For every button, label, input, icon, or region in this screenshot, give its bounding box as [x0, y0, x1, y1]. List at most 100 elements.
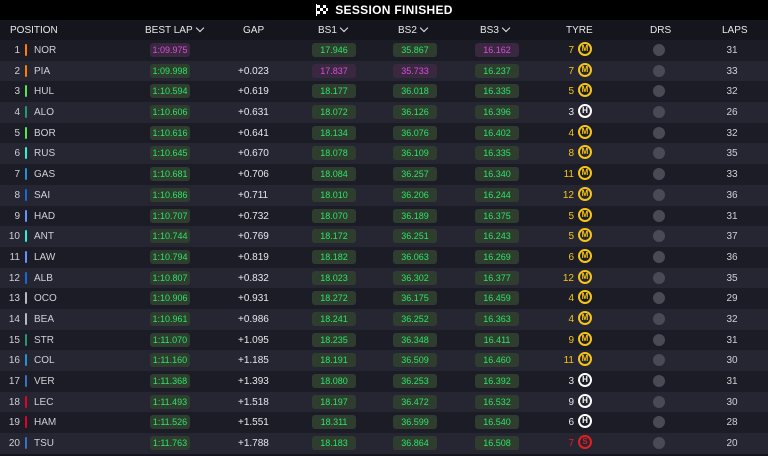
driver-code: SAI [34, 189, 51, 201]
table-row[interactable]: 9 HAD 1:10.707 +0.732 18.070 36.189 16.375 5 M 31 [0, 205, 768, 227]
gap: +0.631 [238, 107, 269, 119]
position: 8 [14, 189, 20, 201]
table-row[interactable]: 4 ALO 1:10.606 +0.631 18.072 36.126 16.396 3 H 26 [0, 102, 768, 123]
table-row[interactable]: 1 NOR 1:09.975 17.946 35.867 16.162 7 M 31 [0, 40, 768, 61]
bs1-time: 18.182 [312, 249, 356, 264]
header-drs: DRS [650, 25, 672, 36]
table-row[interactable]: 8 SAI 1:10.686 +0.711 18.010 36.206 16.244 12 M 3… [0, 184, 768, 206]
bs2-time: 36.348 [393, 332, 437, 347]
drs-indicator [653, 230, 665, 243]
header-bs2[interactable]: BS2 [398, 23, 429, 36]
position: 20 [8, 438, 20, 450]
bs3-time: 16.375 [475, 208, 519, 223]
table-row[interactable]: 15 STR 1:11.070 +1.095 18.235 36.348 16.411 9 M 3… [0, 329, 768, 351]
chevron-down-icon [501, 23, 511, 33]
table-row[interactable]: 3 HUL 1:10.594 +0.619 18.177 36.018 16.335 5 M 32 [0, 81, 768, 103]
header-bs3[interactable]: BS3 [480, 23, 511, 36]
header-best-lap[interactable]: BEST LAP [145, 23, 204, 36]
table-row[interactable]: 6 RUS 1:10.645 +0.670 18.078 36.109 16.335 8 M 35 [0, 143, 768, 165]
header-bs1[interactable]: BS1 [318, 23, 349, 36]
drs-indicator [653, 271, 665, 284]
laps-count: 28 [726, 417, 738, 429]
table-row[interactable]: 19 HAM 1:11.526 +1.551 18.311 36.599 16.540 6 H 2… [0, 412, 768, 434]
tyre-age: 6 [568, 251, 574, 263]
drs-indicator [653, 250, 665, 263]
bs2-time: 35.867 [393, 43, 437, 57]
table-row[interactable]: 11 LAW 1:10.794 +0.819 18.182 36.063 16.269 6 M 3… [0, 246, 768, 268]
tyre-compound-icon: M [578, 228, 592, 243]
bs2-time: 36.126 [393, 105, 437, 120]
tyre-compound-icon: M [578, 310, 592, 325]
team-color-bar [25, 271, 27, 284]
bs3-time: 16.162 [475, 43, 519, 57]
table-row[interactable]: 18 LEC 1:11.493 +1.518 18.197 36.472 16.532 9 H 3… [0, 391, 768, 413]
bs1-time: 18.311 [312, 415, 356, 430]
best-lap: 1:11.763 [150, 436, 190, 451]
bs2-time: 36.018 [393, 84, 437, 99]
team-color-bar [25, 416, 27, 429]
drs-indicator [653, 147, 665, 160]
gap: +0.986 [238, 313, 269, 325]
bs2-time: 36.472 [393, 394, 437, 409]
gap: +0.711 [238, 189, 269, 201]
laps-count: 31 [726, 45, 738, 56]
table-row[interactable]: 16 COL 1:11.160 +1.185 18.191 36.509 16.460 11 M… [0, 350, 768, 371]
driver-code: VER [34, 376, 55, 387]
bs1-time: 18.084 [312, 167, 356, 182]
driver-code: BOR [34, 127, 56, 139]
table-row[interactable]: 20 TSU 1:11.763 +1.788 18.183 36.864 16.508 7 S 2… [0, 433, 768, 454]
bs3-time: 16.411 [475, 332, 519, 347]
driver-code: ALO [34, 107, 55, 119]
table-row[interactable]: 7 GAS 1:10.681 +0.706 18.084 36.257 16.340 11 M 3… [0, 164, 768, 185]
tyre-compound-icon: M [578, 42, 592, 56]
tyre-age: 5 [568, 231, 574, 243]
position: 6 [14, 148, 20, 160]
tyre-age: 11 [563, 355, 574, 367]
tyre-compound-icon: S [578, 435, 592, 450]
session-title: SESSION FINISHED [335, 3, 453, 17]
table-row[interactable]: 10 ANT 1:10.744 +0.769 18.172 36.251 16.243 5 M 3… [0, 226, 768, 247]
driver-code: RUS [34, 148, 56, 160]
chevron-down-icon [419, 23, 429, 33]
team-color-bar [25, 147, 27, 160]
bs1-time: 18.172 [312, 229, 356, 244]
tyre-compound-icon: H [578, 373, 592, 387]
gap: +1.393 [238, 376, 269, 387]
tyre-compound-icon: M [578, 352, 592, 367]
best-lap: 1:10.594 [150, 84, 190, 99]
bs1-time: 18.023 [312, 270, 356, 285]
team-color-bar [25, 188, 27, 201]
drs-indicator [653, 126, 665, 139]
gap: +0.619 [238, 86, 269, 98]
position: 15 [8, 334, 20, 346]
drs-indicator [653, 209, 665, 222]
header-laps: LAPS [722, 25, 748, 36]
table-row[interactable]: 12 ALB 1:10.807 +0.832 18.023 36.302 16.377 12 M… [0, 267, 768, 289]
session-banner: SESSION FINISHED [0, 0, 768, 20]
tyre-compound-icon: M [578, 166, 592, 181]
driver-code: LEC [34, 396, 54, 408]
driver-code: TSU [34, 438, 54, 450]
bs2-time: 36.076 [393, 125, 437, 140]
team-color-bar [25, 354, 27, 367]
team-color-bar [25, 333, 27, 346]
laps-count: 33 [726, 169, 738, 181]
table-row[interactable]: 14 BEA 1:10.961 +0.986 18.241 36.252 16.363 4 M 3… [0, 308, 768, 330]
bs3-time: 16.396 [475, 105, 519, 120]
driver-code: ANT [34, 231, 54, 243]
tyre-compound-icon: M [578, 62, 592, 77]
table-row[interactable]: 2 PIA 1:09.998 +0.023 17.837 35.733 16.237 7 M 33 [0, 60, 768, 82]
bs2-time: 36.257 [393, 167, 437, 182]
table-row[interactable]: 5 BOR 1:10.616 +0.641 18.134 36.076 16.402 4 M 32 [0, 122, 768, 144]
tyre-compound-icon: M [578, 331, 592, 346]
team-color-bar [25, 64, 27, 77]
tyre-age: 11 [563, 169, 574, 181]
tyre-age: 3 [568, 376, 574, 387]
table-row[interactable]: 17 VER 1:11.368 +1.393 18.080 36.253 16.392 3 H 3… [0, 371, 768, 392]
team-color-bar [25, 168, 27, 181]
tyre-age: 5 [568, 86, 574, 98]
chevron-down-icon [195, 23, 204, 33]
table-row[interactable]: 13 OCO 1:10.906 +0.931 18.272 36.175 16.459 4 M 2… [0, 288, 768, 309]
bs3-time: 16.508 [475, 436, 519, 451]
tyre-age: 6 [568, 417, 574, 429]
